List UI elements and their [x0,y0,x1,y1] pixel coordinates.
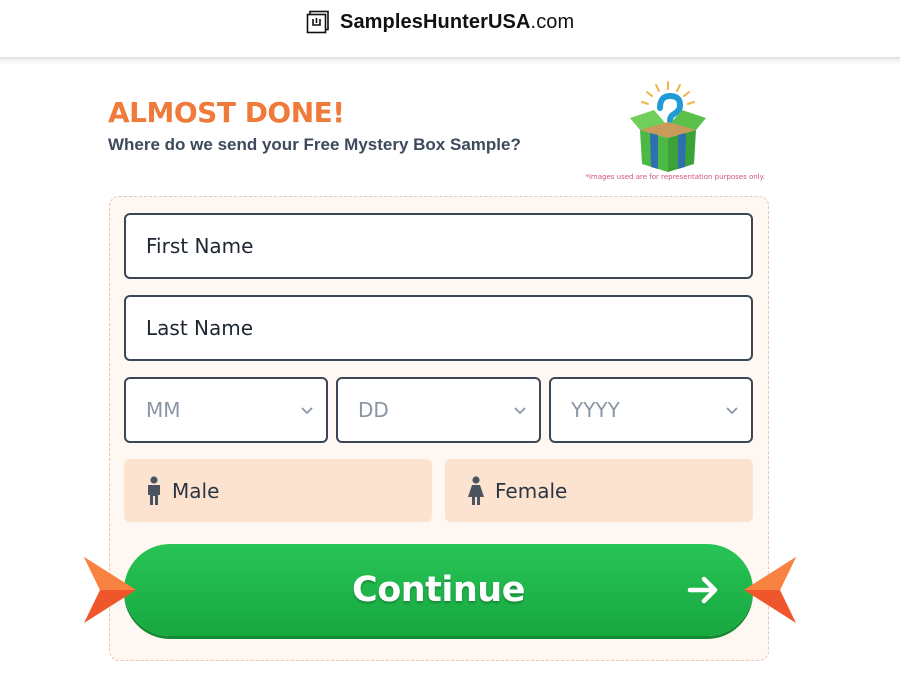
gender-male-option[interactable]: Male [124,459,432,522]
header-divider [0,57,900,65]
first-name-input[interactable] [126,215,751,277]
male-icon [148,475,160,505]
birth-day-select[interactable]: DD [336,377,541,443]
birth-year-value: YYYY [571,398,620,422]
gender-male-label: Male [172,478,220,503]
last-name-field[interactable] [124,295,753,361]
gift-box-image [630,81,706,172]
female-icon [468,475,484,505]
last-name-input[interactable] [126,297,751,359]
top-bar: SamplesHunterUSA.com [0,0,900,60]
box-logo-icon [306,10,329,34]
image-disclaimer: *Images used are for representation purp… [585,173,765,181]
page-title: ALMOST DONE! [108,96,345,129]
continue-label: Continue [352,570,525,610]
pointer-left-icon [744,557,796,623]
first-name-field[interactable] [124,213,753,279]
gender-female-label: Female [495,478,568,503]
chevron-down-icon [726,407,738,415]
arrow-right-icon [687,576,718,604]
chevron-down-icon [301,407,313,415]
gender-female-option[interactable]: Female [445,459,753,522]
page-subtitle: Where do we send your Free Mystery Box S… [108,135,521,154]
birth-month-select[interactable]: MM [124,377,328,443]
pointer-right-icon [84,557,136,623]
birth-day-value: DD [358,398,389,422]
brand[interactable]: SamplesHunterUSA.com [306,8,574,36]
birth-month-value: MM [146,398,181,422]
brand-name: SamplesHunterUSA.com [340,11,574,34]
birth-year-select[interactable]: YYYY [549,377,753,443]
continue-button[interactable]: Continue [124,544,753,636]
brand-name-bold: SamplesHunterUSA [340,10,531,33]
brand-name-suffix: .com [530,10,575,33]
chevron-down-icon [514,407,526,415]
